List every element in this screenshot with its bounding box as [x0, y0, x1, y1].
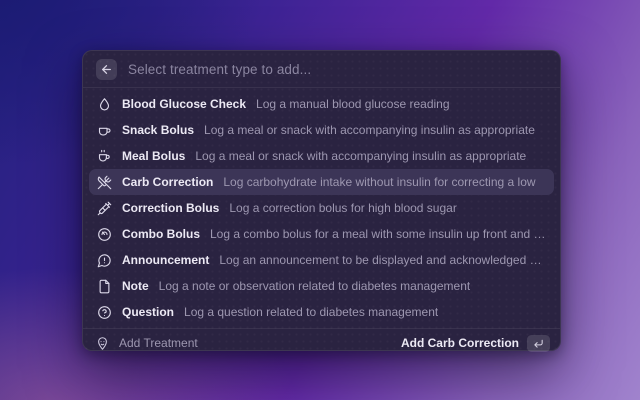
- list-item-note[interactable]: Note Log a note or observation related t…: [89, 273, 554, 299]
- item-description: Log a correction bolus for high blood su…: [229, 201, 456, 215]
- list-item-carb-correction[interactable]: Carb Correction Log carbohydrate intake …: [89, 169, 554, 195]
- footer-app-label: Add Treatment: [119, 336, 198, 350]
- list-item-correction-bolus[interactable]: Correction Bolus Log a correction bolus …: [89, 195, 554, 221]
- palette-footer: Add Treatment Add Carb Correction: [83, 328, 560, 357]
- add-carb-correction-button[interactable]: Add Carb Correction: [401, 335, 550, 352]
- arrow-left-icon: [100, 63, 113, 76]
- palette-header: Select treatment type to add...: [83, 51, 560, 88]
- item-name: Snack Bolus: [122, 123, 194, 137]
- file-icon: [97, 279, 112, 294]
- droplet-icon: [97, 97, 112, 112]
- treatment-search-input[interactable]: Select treatment type to add...: [128, 62, 311, 77]
- enter-key-icon[interactable]: [527, 335, 550, 352]
- item-name: Carb Correction: [122, 175, 213, 189]
- item-description: Log a note or observation related to dia…: [159, 279, 471, 293]
- back-button[interactable]: [96, 59, 117, 80]
- message-alert-icon: [97, 253, 112, 268]
- syringe-icon: [97, 201, 112, 216]
- cup-icon: [97, 123, 112, 138]
- gauge-circle-icon: [97, 227, 112, 242]
- treatment-type-palette: Select treatment type to add... Blood Gl…: [82, 50, 561, 351]
- item-name: Combo Bolus: [122, 227, 200, 241]
- item-description: Log a meal or snack with accompanying in…: [204, 123, 535, 137]
- item-name: Correction Bolus: [122, 201, 219, 215]
- steaming-cup-icon: [97, 149, 112, 164]
- question-circle-icon: [97, 305, 112, 320]
- list-item-snack-bolus[interactable]: Snack Bolus Log a meal or snack with acc…: [89, 117, 554, 143]
- nightscout-owl-icon: [95, 336, 110, 351]
- item-name: Note: [122, 279, 149, 293]
- list-item-meal-bolus[interactable]: Meal Bolus Log a meal or snack with acco…: [89, 143, 554, 169]
- item-name: Blood Glucose Check: [122, 97, 246, 111]
- item-description: Log a combo bolus for a meal with some i…: [210, 227, 546, 241]
- list-item-question[interactable]: Question Log a question related to diabe…: [89, 299, 554, 325]
- treatment-list: Blood Glucose Check Log a manual blood g…: [83, 88, 560, 328]
- list-item-combo-bolus[interactable]: Combo Bolus Log a combo bolus for a meal…: [89, 221, 554, 247]
- item-description: Log a manual blood glucose reading: [256, 97, 449, 111]
- utensils-crossed-icon: [97, 175, 112, 190]
- item-description: Log a question related to diabetes manag…: [184, 305, 438, 319]
- item-description: Log carbohydrate intake without insulin …: [223, 175, 535, 189]
- item-name: Meal Bolus: [122, 149, 185, 163]
- list-item-blood-glucose-check[interactable]: Blood Glucose Check Log a manual blood g…: [89, 91, 554, 117]
- item-description: Log an announcement to be displayed and …: [219, 253, 546, 267]
- list-item-announcement[interactable]: Announcement Log an announcement to be d…: [89, 247, 554, 273]
- item-name: Announcement: [122, 253, 209, 267]
- item-description: Log a meal or snack with accompanying in…: [195, 149, 526, 163]
- footer-action-label: Add Carb Correction: [401, 336, 519, 350]
- item-name: Question: [122, 305, 174, 319]
